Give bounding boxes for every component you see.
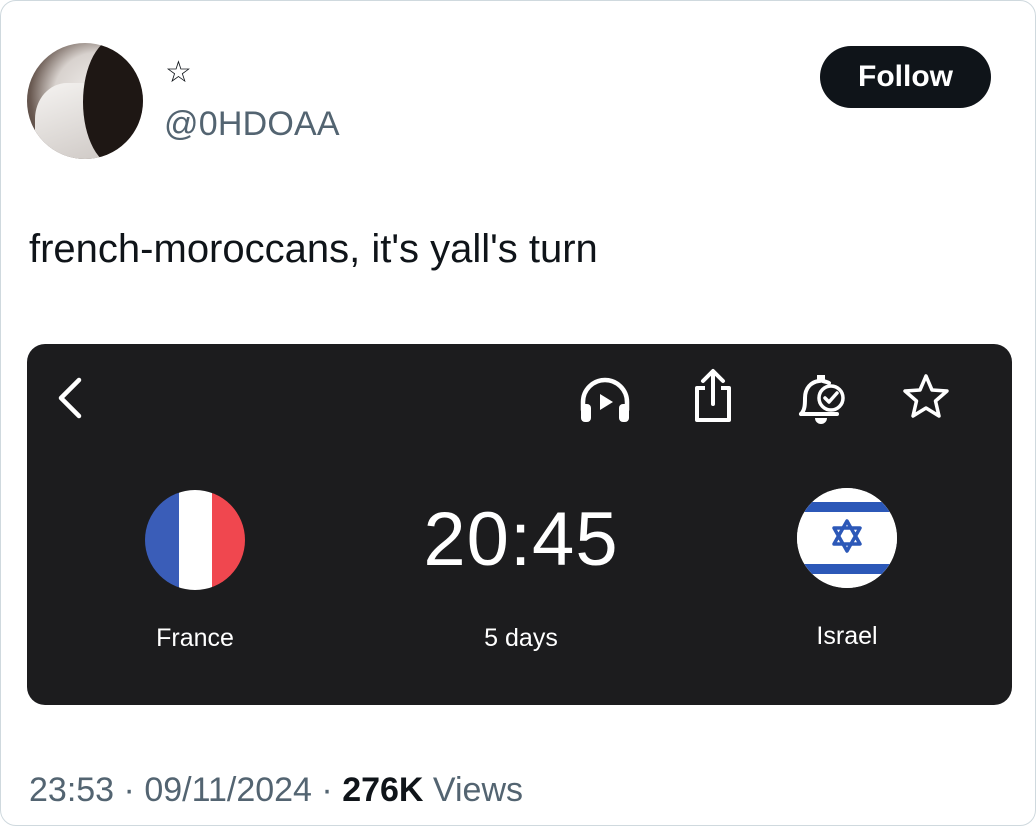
tweet-time[interactable]: 23:53 [29,771,114,809]
tweet-card: ☆ @0HDOAA Follow french-moroccans, it's … [0,0,1036,826]
follow-button[interactable]: Follow [820,46,991,108]
user-handle[interactable]: @0HDOAA [164,105,340,144]
tweet-date[interactable]: 09/11/2024 [144,771,312,809]
home-team-label: France [156,624,234,652]
display-name[interactable]: ☆ [165,57,192,89]
israel-flag-icon [797,488,897,588]
share-icon [695,369,731,422]
views-count: 276K [342,771,424,809]
countdown-label: 5 days [484,624,558,652]
meta-separator: · [311,771,343,809]
kickoff-time: 20:45 [423,497,619,582]
bell-check-icon [799,375,845,424]
headphones-icon [580,377,630,422]
back-icon [58,377,82,419]
star-icon [903,374,949,418]
avatar-hair [83,43,143,159]
media-image[interactable]: France 20:45 5 days Israel [27,344,1012,705]
tweet-meta: 23:53 · 09/11/2024 · 276K Views [29,771,523,810]
away-team-label: Israel [816,622,878,650]
avatar[interactable] [27,43,143,159]
views-label: Views [423,771,523,809]
tweet-text: french-moroccans, it's yall's turn [29,227,598,271]
meta-separator: · [114,771,145,809]
france-flag-icon [145,490,245,590]
